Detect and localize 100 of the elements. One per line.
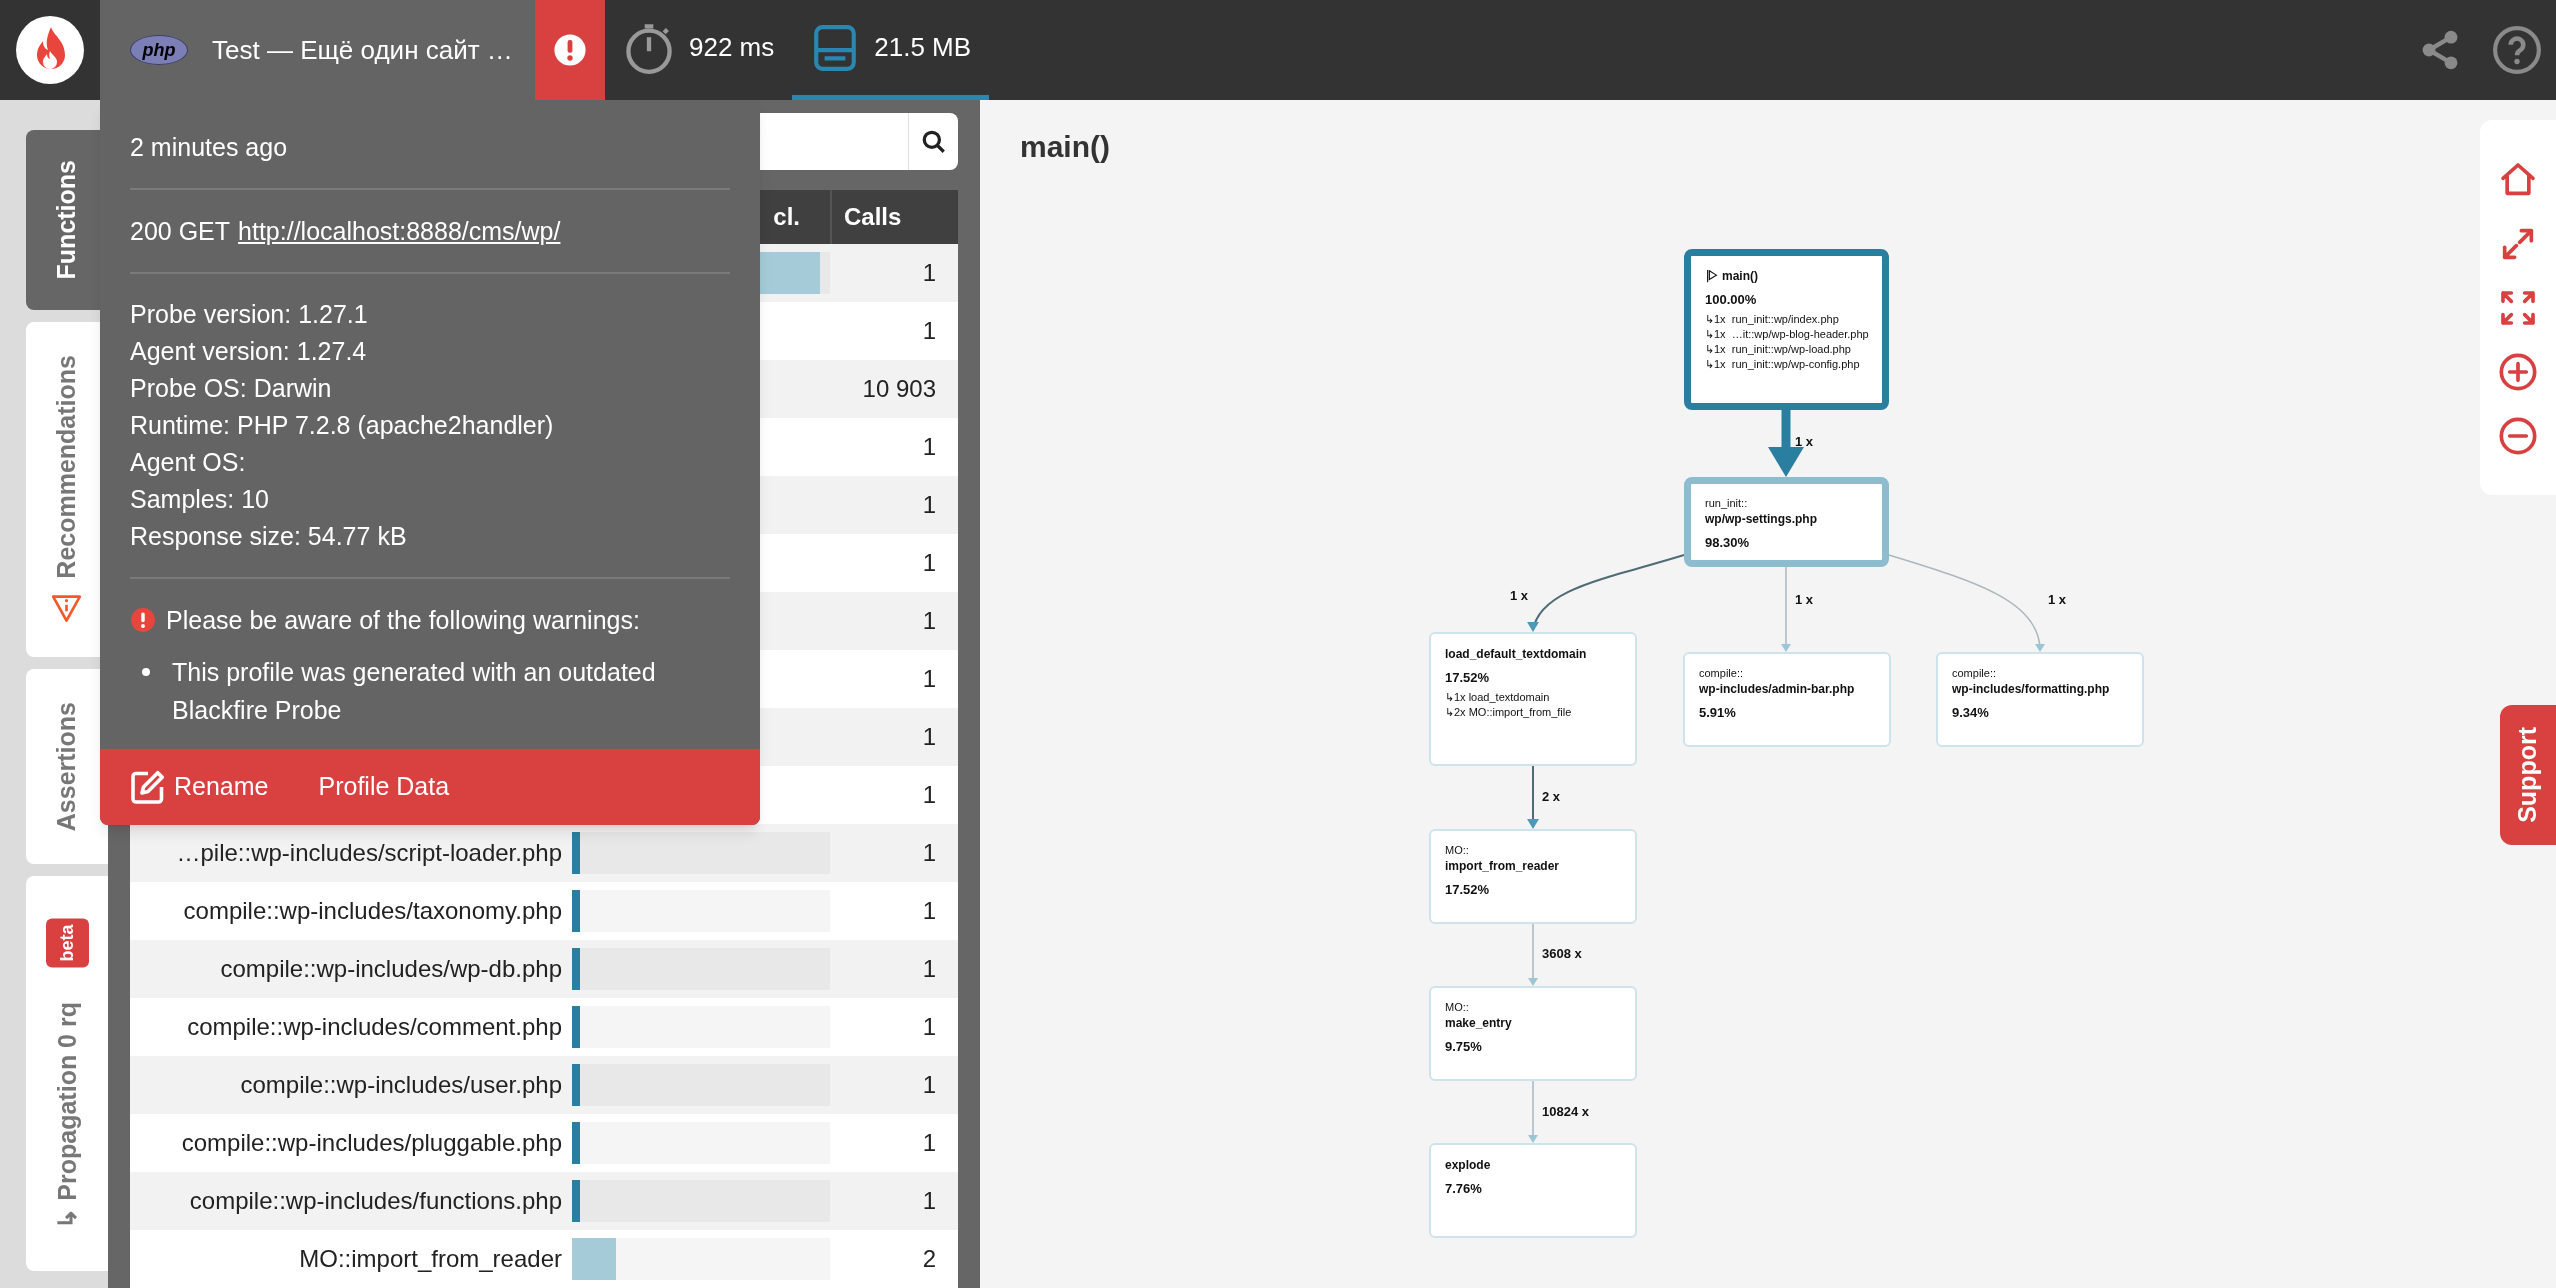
edge-label: 1 x xyxy=(2048,591,2067,609)
node-text: ↳1x run_init::wp/wp-config.php xyxy=(1705,356,1861,372)
table-cell-text: 1 xyxy=(922,1186,936,1216)
side-tab[interactable]: Assertions xyxy=(26,669,108,864)
bullet-icon xyxy=(142,668,150,676)
column-header[interactable]: cl. xyxy=(773,199,800,235)
graph-node[interactable]: load_default_textdomain 17.52% ↳1x load_textdomain ↳2x MO::import_from_file xyxy=(1429,632,1637,766)
column-header[interactable]: Calls xyxy=(844,199,902,235)
profile-title[interactable]: Test — Ещё один сайт … xyxy=(212,30,513,70)
edge-label: 3608 x xyxy=(1542,945,1582,963)
call-arrow xyxy=(1528,1080,1538,1143)
table-cell-text: 1 xyxy=(922,722,936,752)
detail-text: Samples: 10 xyxy=(130,484,270,515)
table-cell[interactable]: compile::wp-includes/pluggable.php xyxy=(181,1125,562,1161)
table-cell-text: 1 xyxy=(922,258,936,288)
php-logo: php xyxy=(130,35,188,65)
warning-icon xyxy=(51,592,83,625)
table-cell-text: 1 xyxy=(922,1012,936,1042)
call-arrow xyxy=(1527,765,1539,829)
table-cell[interactable]: MO::import_from_reader xyxy=(299,1241,562,1277)
table-cell[interactable]: compile::wp-includes/wp-db.php xyxy=(220,951,562,987)
table-cell-text: 2 xyxy=(922,1244,936,1274)
node-percent: 9.75% xyxy=(1445,1038,1483,1056)
node-name: make_entry xyxy=(1445,1015,1512,1031)
table-cell-text: 1 xyxy=(922,432,936,462)
node-name: explode xyxy=(1445,1157,1491,1173)
exclamation-icon xyxy=(130,607,156,633)
request-url-link[interactable]: http://localhost:8888/cms/wp/ xyxy=(238,212,561,250)
edge-label: 1 x xyxy=(1795,591,1814,609)
node-text: compile:: xyxy=(1952,666,1998,681)
call-arrow xyxy=(1528,923,1538,986)
graph-node[interactable]: main() 100.00% ↳1x run_init::wp/index.php ↳1x …it::wp/wp-blog-header.php ↳1x run_init::wp/wp-load.php ↳1x run_init::wp/wp-config.php xyxy=(1684,249,1889,410)
table-cell[interactable]: compile::wp-includes/comment.php xyxy=(187,1009,562,1045)
node-text: ↳1x run_init::wp/index.php xyxy=(1705,311,1840,327)
detail-text: Agent version: 1.27.4 xyxy=(130,336,368,367)
edge-label: 1 x xyxy=(1510,587,1529,605)
table-cell[interactable]: compile::wp-includes/user.php xyxy=(240,1067,562,1103)
warnings-heading: Please be aware of the following warnings: xyxy=(166,605,640,636)
table-cell-text: 1 xyxy=(922,490,936,520)
table-cell-text: 1 xyxy=(922,1128,936,1158)
node-percent: 98.30% xyxy=(1705,534,1751,552)
table-cell-text: 1 xyxy=(922,780,936,810)
zoom-in-icon[interactable] xyxy=(2498,351,2538,392)
table-cell-text: 1 xyxy=(922,1070,936,1100)
node-name: main() xyxy=(1722,268,1758,284)
warning-button[interactable] xyxy=(535,0,605,100)
action-link[interactable]: Rename xyxy=(130,768,269,806)
detail-text: Response size: 54.77 kB xyxy=(130,521,408,552)
edge-label: 2 x xyxy=(1542,788,1561,806)
table-cell[interactable]: …pile::wp-includes/script-loader.php xyxy=(176,835,562,871)
detail-text: Probe OS: Darwin xyxy=(130,373,333,404)
warning-text: This profile was generated with an outdated Blackfire Probe xyxy=(172,657,657,726)
graph-title: main() xyxy=(1020,129,1110,165)
metric-tab[interactable]: 922 ms xyxy=(605,0,793,100)
node-name: load_default_textdomain xyxy=(1445,646,1587,662)
stopwatch-icon xyxy=(623,21,675,74)
exclamation-icon xyxy=(553,33,587,67)
table-cell[interactable]: compile::wp-includes/taxonomy.php xyxy=(183,893,562,929)
edit-icon xyxy=(130,769,166,805)
graph-node[interactable]: explode 7.76% xyxy=(1429,1143,1637,1238)
node-name: wp/wp-settings.php xyxy=(1705,511,1817,527)
node-name: wp-includes/formatting.php xyxy=(1952,681,2110,697)
node-text: MO:: xyxy=(1445,843,1470,858)
node-text: run_init:: xyxy=(1705,496,1749,511)
node-text: ↳1x run_init::wp/wp-load.php xyxy=(1705,341,1852,357)
edge-label: 10824 x xyxy=(1542,1103,1589,1121)
graph-node[interactable]: compile:: wp-includes/admin-bar.php 5.91% xyxy=(1683,652,1891,747)
node-percent: 100.00% xyxy=(1705,291,1758,309)
zoom-out-icon[interactable] xyxy=(2498,415,2538,456)
node-text: MO:: xyxy=(1445,1000,1470,1015)
node-percent: 9.34% xyxy=(1952,704,1990,722)
table-cell-text: 1 xyxy=(922,664,936,694)
table-cell[interactable]: compile::wp-includes/functions.php xyxy=(189,1183,562,1219)
table-cell-text: 1 xyxy=(922,606,936,636)
beta-badge: beta xyxy=(45,918,89,968)
node-percent: 7.76% xyxy=(1445,1180,1483,1198)
node-percent: 17.52% xyxy=(1445,669,1491,687)
table-cell-text: 1 xyxy=(922,954,936,984)
node-percent: 17.52% xyxy=(1445,881,1491,899)
help-icon[interactable] xyxy=(2492,25,2542,75)
flame-logo-icon[interactable] xyxy=(15,15,85,85)
action-link[interactable]: Profile Data xyxy=(318,768,450,806)
side-tab[interactable]: ↳ Propagation 0 rq beta xyxy=(26,876,108,1271)
graph-node[interactable]: MO:: make_entry 9.75% xyxy=(1429,986,1637,1081)
node-name: wp-includes/admin-bar.php xyxy=(1699,681,1855,697)
node-name: import_from_reader xyxy=(1445,858,1560,874)
graph-node[interactable]: compile:: wp-includes/formatting.php 9.34% xyxy=(1936,652,2144,747)
graph-node[interactable]: MO:: import_from_reader 17.52% xyxy=(1429,829,1637,924)
table-cell-text: 1 xyxy=(922,838,936,868)
call-arrow xyxy=(1768,410,1804,477)
detail-text: Runtime: PHP 7.2.8 (apache2handler) xyxy=(130,410,555,441)
request-status: 200 GET xyxy=(130,216,231,247)
table-cell-text: 1 xyxy=(922,316,936,346)
support-tab[interactable]: Support xyxy=(2500,705,2556,845)
node-text: ↳2x MO::import_from_file xyxy=(1445,704,1573,720)
table-cell-text: 10 903 xyxy=(862,374,936,404)
graph-node[interactable]: run_init:: wp/wp-settings.php 98.30% xyxy=(1684,477,1889,567)
node-percent: 5.91% xyxy=(1699,704,1737,722)
search-icon xyxy=(920,128,947,155)
node-text: ↳1x …it::wp/wp-blog-header.php xyxy=(1705,326,1868,342)
